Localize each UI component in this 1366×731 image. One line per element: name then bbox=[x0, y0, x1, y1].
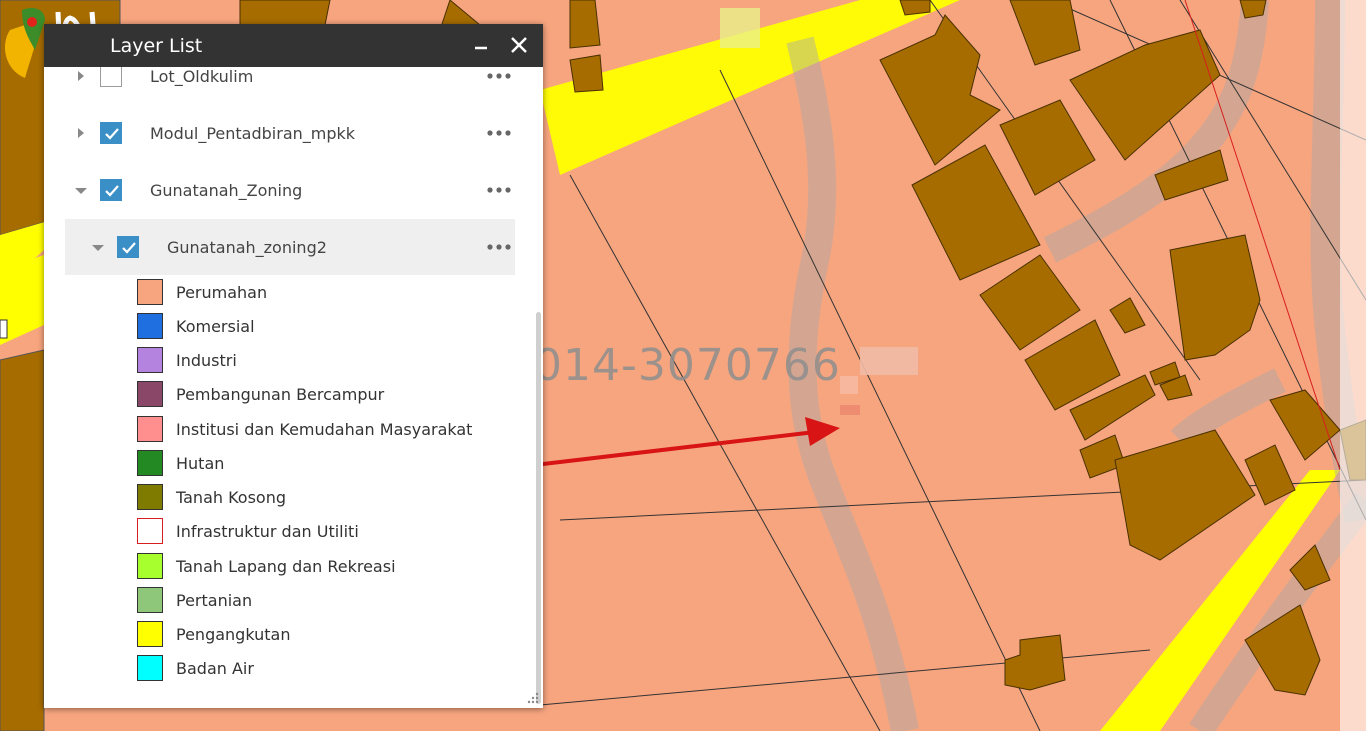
layer-label: Modul_Pentadbiran_mpkk bbox=[150, 124, 356, 143]
check-icon bbox=[122, 242, 136, 254]
legend-label: Industri bbox=[176, 351, 237, 370]
more-options-icon[interactable] bbox=[486, 183, 516, 197]
legend-label: Badan Air bbox=[176, 659, 254, 678]
building bbox=[569, 0, 601, 49]
legend-swatch bbox=[137, 347, 163, 373]
legend-item: Infrastruktur dan Utiliti bbox=[137, 518, 517, 546]
layer-label: Gunatanah_Zoning bbox=[150, 181, 303, 200]
white-area bbox=[1340, 0, 1366, 731]
legend-label: Infrastruktur dan Utiliti bbox=[176, 522, 359, 541]
collapsed-arrow-icon[interactable] bbox=[74, 126, 88, 140]
legend-swatch bbox=[137, 313, 163, 339]
layer-label: Lot_Oldkulim bbox=[150, 67, 254, 86]
legend-swatch bbox=[137, 450, 163, 476]
layer-checkbox[interactable] bbox=[117, 236, 139, 258]
panel-header[interactable]: Layer List bbox=[44, 24, 543, 67]
legend-item: Pertanian bbox=[137, 587, 517, 615]
blur-block bbox=[720, 8, 760, 48]
layer-row[interactable]: Lot_Oldkulim bbox=[44, 67, 536, 104]
more-options-icon[interactable] bbox=[486, 240, 516, 254]
legend-swatch bbox=[137, 484, 163, 510]
legend-item: Tanah Lapang dan Rekreasi bbox=[137, 553, 517, 581]
resize-handle-icon[interactable] bbox=[527, 692, 539, 704]
legend-swatch bbox=[137, 621, 163, 647]
layer-list: Lot_Oldkulim Modul_Pentadbiran_mpkk Guna… bbox=[44, 67, 536, 708]
check-icon bbox=[105, 128, 119, 140]
layer-row[interactable]: Gunatanah_Zoning bbox=[44, 162, 536, 218]
building bbox=[1239, 0, 1267, 19]
blur-block bbox=[840, 376, 858, 394]
building bbox=[899, 0, 931, 16]
building bbox=[569, 54, 604, 93]
layer-row[interactable]: Modul_Pentadbiran_mpkk bbox=[44, 105, 536, 161]
legend-item: Institusi dan Kemudahan Masyarakat bbox=[137, 416, 517, 444]
legend-item: Badan Air bbox=[137, 655, 517, 683]
legend-label: Pertanian bbox=[176, 591, 253, 610]
legend-swatch bbox=[137, 416, 163, 442]
check-icon bbox=[105, 185, 119, 197]
panel-title: Layer List bbox=[110, 35, 203, 57]
legend-item: Hutan bbox=[137, 450, 517, 478]
blur-block bbox=[840, 405, 860, 415]
legend-swatch bbox=[137, 381, 163, 407]
expanded-arrow-icon[interactable] bbox=[74, 183, 88, 197]
legend-label: Tanah Lapang dan Rekreasi bbox=[176, 557, 396, 576]
legend-swatch bbox=[137, 518, 163, 544]
legend-label: Hutan bbox=[176, 454, 225, 473]
legend-label: Pembangunan Bercampur bbox=[176, 385, 385, 404]
phone-watermark: 014-3070766 bbox=[534, 340, 841, 391]
map-label-box bbox=[0, 319, 8, 339]
tanah-kosong-parcel bbox=[0, 349, 45, 731]
layer-checkbox[interactable] bbox=[100, 179, 122, 201]
minimize-button[interactable] bbox=[467, 31, 495, 59]
layer-label: Gunatanah_zoning2 bbox=[167, 238, 327, 257]
legend-swatch bbox=[137, 553, 163, 579]
layer-row[interactable]: Gunatanah_zoning2 bbox=[65, 219, 515, 275]
layer-checkbox[interactable] bbox=[100, 122, 122, 144]
legend-item: Komersial bbox=[137, 313, 517, 341]
legend-item: Pengangkutan bbox=[137, 621, 517, 649]
legend-label: Pengangkutan bbox=[176, 625, 291, 644]
blur-block bbox=[860, 347, 918, 375]
legend-item: Industri bbox=[137, 347, 517, 375]
legend-label: Institusi dan Kemudahan Masyarakat bbox=[176, 420, 473, 439]
legend-label: Tanah Kosong bbox=[176, 488, 287, 507]
legend-item: Perumahan bbox=[137, 279, 517, 307]
close-icon bbox=[511, 37, 527, 53]
legend-label: Perumahan bbox=[176, 283, 268, 302]
expanded-arrow-icon[interactable] bbox=[91, 240, 105, 254]
legend-swatch bbox=[137, 279, 163, 305]
more-options-icon[interactable] bbox=[486, 69, 516, 83]
legend-label: Komersial bbox=[176, 317, 255, 336]
layer-checkbox[interactable] bbox=[100, 67, 122, 87]
legend-swatch bbox=[137, 655, 163, 681]
scrollbar[interactable] bbox=[536, 312, 541, 704]
collapsed-arrow-icon[interactable] bbox=[74, 69, 88, 83]
legend-item: Pembangunan Bercampur bbox=[137, 381, 517, 409]
close-button[interactable] bbox=[505, 31, 533, 59]
legend-swatch bbox=[137, 587, 163, 613]
layer-list-panel: Layer List Lot_Oldkulim Modul_Pentadbira… bbox=[44, 24, 543, 708]
more-options-icon[interactable] bbox=[486, 126, 516, 140]
minimize-icon bbox=[475, 46, 487, 50]
legend-item: Tanah Kosong bbox=[137, 484, 517, 512]
